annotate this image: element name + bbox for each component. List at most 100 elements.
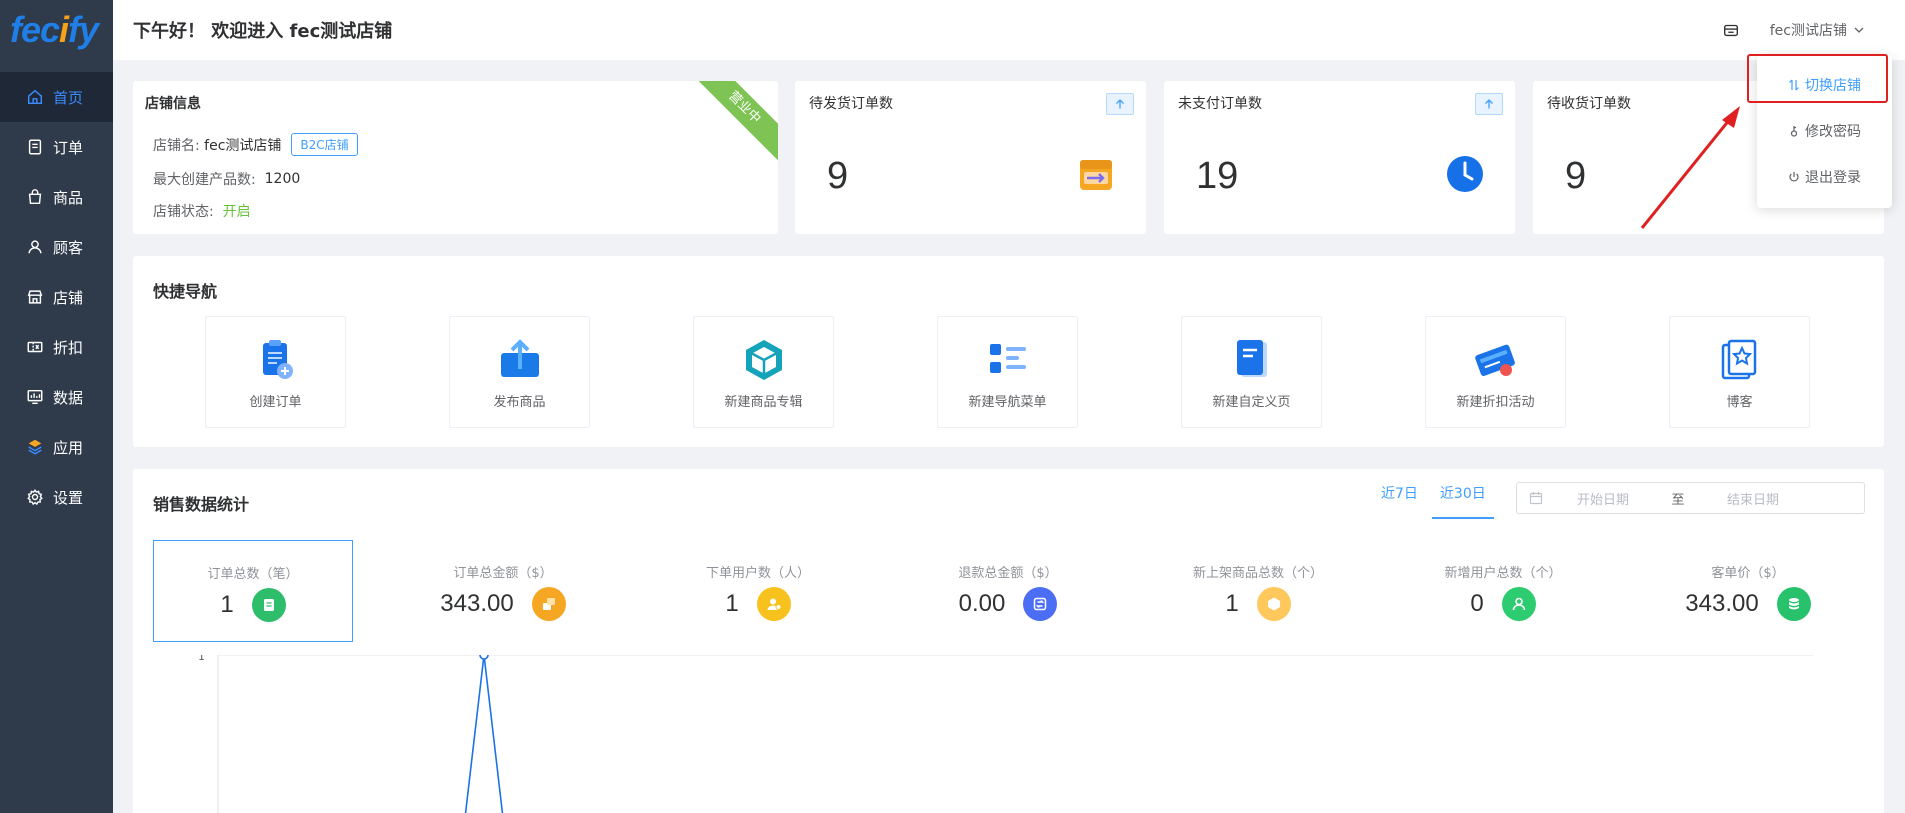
metric-refund-amount[interactable]: 退款总金额（$） 0.00 (908, 540, 1108, 642)
data-point[interactable] (479, 655, 489, 660)
expand-button[interactable] (1106, 93, 1134, 115)
user-icon (26, 238, 44, 256)
quick-create-order[interactable]: 创建订单 (205, 316, 346, 428)
bag-icon (26, 188, 44, 206)
store-status-label: 店铺状态: (153, 204, 214, 220)
tab-7-days[interactable]: 近7日 (1373, 483, 1426, 519)
metric-value: 1 (1225, 590, 1239, 617)
sidebar-item-label: 首页 (53, 88, 84, 107)
app-icon (26, 438, 44, 456)
gear-icon (26, 488, 44, 506)
document-icon (1236, 340, 1267, 377)
quick-new-discount[interactable]: 新建折扣活动 (1425, 316, 1566, 428)
stat-title: 待收货订单数 (1547, 96, 1631, 112)
metric-label: 退款总金额（$） (958, 566, 1058, 581)
end-date-input[interactable]: 结束日期 (1693, 489, 1813, 508)
series-line (464, 655, 504, 813)
quick-item-label: 新建商品专辑 (724, 395, 803, 410)
change-password-item[interactable]: 修改密码 (1757, 108, 1892, 154)
annotation-arrow (1640, 106, 1740, 229)
metric-label: 新增用户总数（个） (1444, 566, 1562, 581)
store-switch-icon[interactable] (1722, 21, 1740, 39)
quick-new-album[interactable]: 新建商品专辑 (693, 316, 834, 428)
sidebar-item-label: 数据 (53, 388, 84, 407)
max-products-value: 1200 (264, 171, 301, 187)
store-status-row: 店铺状态: 开启 (153, 201, 251, 221)
sidebar-item-customers[interactable]: 顾客 (0, 222, 113, 272)
clock-icon (1447, 156, 1483, 192)
metric-new-users[interactable]: 新增用户总数（个） 0 (1403, 540, 1603, 642)
pending-shipment-card: 待发货订单数 9 (795, 81, 1146, 234)
chart-icon (26, 388, 44, 406)
sidebar-item-apps[interactable]: 应用 (0, 422, 113, 472)
metric-avg-order-value[interactable]: 客单价（$） 343.00 (1648, 540, 1848, 642)
max-products-label: 最大创建产品数: (153, 172, 256, 188)
fecify-logo[interactable]: fec i fy (0, 0, 113, 60)
expand-button[interactable] (1475, 93, 1503, 115)
date-separator: 至 (1671, 492, 1685, 508)
home-icon (26, 88, 44, 106)
metric-value: 1 (725, 590, 739, 617)
metric-label: 订单总数（笔） (207, 567, 299, 582)
quick-new-nav-menu[interactable]: 新建导航菜单 (937, 316, 1078, 428)
sidebar-item-label: 设置 (53, 488, 84, 507)
store-info-title: 店铺信息 (145, 96, 201, 112)
sidebar-item-discount[interactable]: 折扣 (0, 322, 113, 372)
stat-title: 未支付订单数 (1178, 96, 1262, 112)
star-book-icon (1721, 339, 1756, 380)
sales-line-chart: 1 (198, 655, 1813, 813)
user-menu-trigger[interactable]: fec测试店铺 (1770, 20, 1865, 40)
sidebar-item-settings[interactable]: 设置 (0, 472, 113, 522)
metric-value: 343.00 (440, 590, 514, 617)
metric-value: 1 (220, 591, 234, 618)
date-range-picker[interactable]: 开始日期 至 结束日期 (1516, 482, 1865, 514)
person-icon (1501, 587, 1536, 621)
sidebar-item-products[interactable]: 商品 (0, 172, 113, 222)
ticket-icon (1474, 344, 1515, 376)
quick-publish-product[interactable]: 发布商品 (449, 316, 590, 428)
max-products-row: 最大创建产品数: 1200 (153, 169, 300, 189)
coupon-icon (26, 338, 44, 356)
chevron-down-icon (1854, 27, 1864, 33)
sidebar-nav: 首页 订单 商品 顾客 店铺 折扣 数据 应用 设置 (0, 72, 113, 522)
quick-blog[interactable]: 博客 (1669, 316, 1810, 428)
stat-value: 9 (1565, 155, 1587, 197)
arrow-up-icon (1116, 99, 1124, 109)
sidebar-item-store[interactable]: 店铺 (0, 272, 113, 322)
metric-value: 343.00 (1685, 590, 1759, 617)
metric-new-products[interactable]: 新上架商品总数（个） 1 (1158, 540, 1358, 642)
dropdown-item-label: 修改密码 (1805, 124, 1861, 140)
sales-stats-card: 销售数据统计 近7日 近30日 开始日期 至 结束日期 订单总数（笔） 1 订单… (133, 469, 1884, 813)
metric-order-amount[interactable]: 订单总金额（$） 343.00 (403, 540, 603, 642)
clipboard-add-icon (262, 340, 293, 379)
metric-label: 新上架商品总数（个） (1192, 566, 1323, 581)
stat-value: 19 (1196, 155, 1239, 197)
quick-nav-card: 快捷导航 创建订单 发布商品 新建商品专辑 新建导航菜单 新建自定义页 新建折扣… (133, 256, 1884, 447)
clipboard-icon (251, 588, 286, 622)
store-status-value: 开启 (222, 204, 251, 220)
metric-order-users[interactable]: 下单用户数（人） 1 (658, 540, 858, 642)
annotation-highlight-box (1747, 54, 1888, 103)
quick-item-label: 新建导航菜单 (968, 395, 1047, 410)
metric-value: 0 (1470, 590, 1484, 617)
start-date-input[interactable]: 开始日期 (1543, 489, 1663, 508)
sidebar-item-label: 折扣 (53, 338, 84, 357)
y-tick-label: 1 (198, 655, 205, 663)
quick-item-label: 新建折扣活动 (1456, 395, 1535, 410)
sidebar-item-orders[interactable]: 订单 (0, 122, 113, 172)
store-name-label: 店铺名: (153, 137, 200, 154)
tab-30-days[interactable]: 近30日 (1431, 483, 1494, 519)
quick-item-label: 博客 (1726, 395, 1753, 410)
top-header: 下午好！ 欢迎进入 fec测试店铺 fec测试店铺 (113, 0, 1905, 60)
stat-value: 9 (827, 155, 849, 197)
shop-icon (26, 288, 44, 306)
refund-icon (1023, 587, 1058, 621)
metric-order-count[interactable]: 订单总数（笔） 1 (153, 540, 353, 642)
dropdown-item-label: 退出登录 (1805, 170, 1861, 186)
quick-item-label: 创建订单 (249, 395, 302, 410)
logout-item[interactable]: 退出登录 (1757, 154, 1892, 200)
sidebar-item-home[interactable]: 首页 (0, 72, 113, 122)
store-name-row: 店铺名: fec测试店铺 B2C店铺 (153, 133, 358, 156)
sidebar-item-data[interactable]: 数据 (0, 372, 113, 422)
quick-new-custom-page[interactable]: 新建自定义页 (1181, 316, 1322, 428)
